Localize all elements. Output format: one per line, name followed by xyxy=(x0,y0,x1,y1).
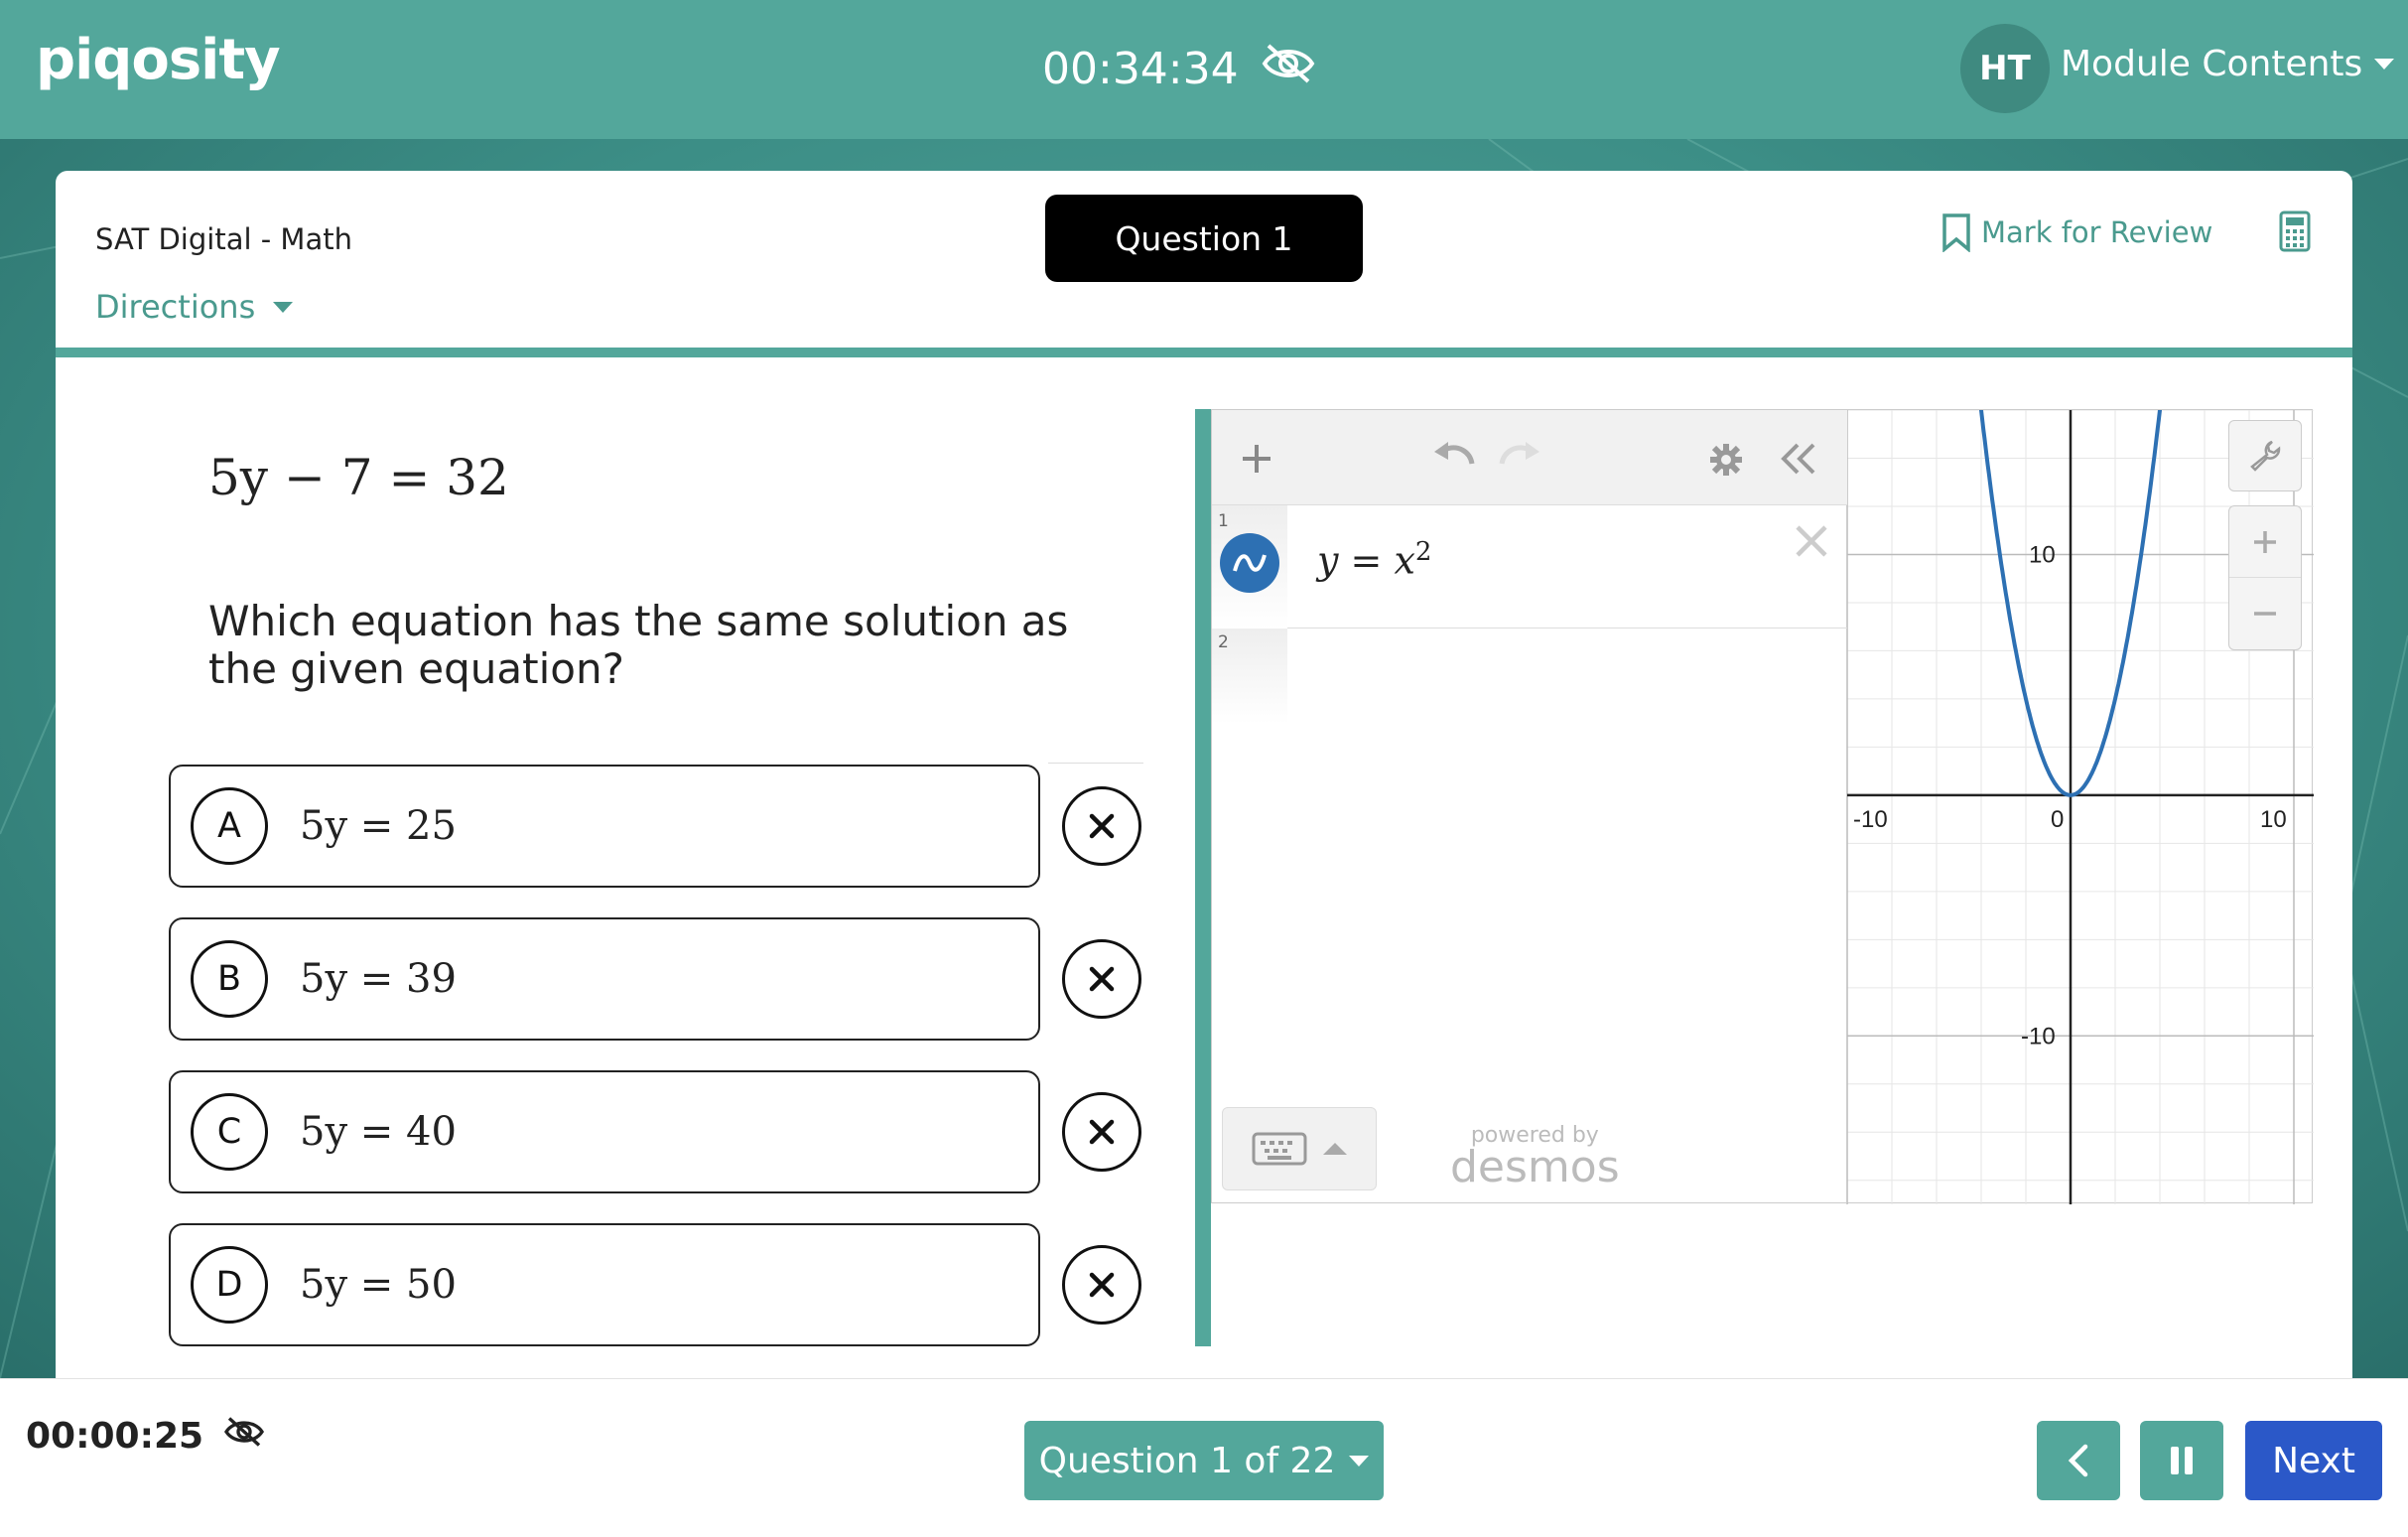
pause-button[interactable] xyxy=(2140,1421,2223,1500)
module-timer-text: 00:34:34 xyxy=(1042,44,1239,94)
expression-text: y = x xyxy=(1317,538,1415,583)
panel-resize-handle[interactable] xyxy=(1195,409,1211,1346)
undo-icon[interactable] xyxy=(1430,440,1476,474)
graph-settings-button[interactable] xyxy=(2228,420,2302,491)
eliminate-d-button[interactable] xyxy=(1062,1245,1141,1325)
gear-icon[interactable] xyxy=(1708,442,1744,478)
graph-canvas[interactable]: -10 0 10 10 -10 xyxy=(1846,369,2314,1204)
choice-letter: B xyxy=(191,940,268,1018)
chevron-left-icon xyxy=(2068,1444,2088,1477)
row-index-gutter: 1 xyxy=(1212,505,1287,629)
eliminate-a-button[interactable] xyxy=(1062,786,1141,866)
zoom-in-button[interactable] xyxy=(2229,506,2301,578)
directions-toggle[interactable]: Directions xyxy=(95,288,294,326)
collapse-panel-icon[interactable] xyxy=(1780,442,1817,476)
chevron-up-icon xyxy=(1323,1143,1347,1155)
choice-text: 5y = 25 xyxy=(300,803,457,849)
close-icon xyxy=(1089,1272,1115,1298)
tick-label: -10 xyxy=(2021,1023,2056,1049)
plus-icon[interactable] xyxy=(1240,442,1273,476)
row-index-gutter: 2 xyxy=(1212,629,1287,724)
pause-icon xyxy=(2171,1447,2193,1474)
question-timer-text: 00:00:25 xyxy=(26,1416,204,1457)
desmos-branding: powered by desmos xyxy=(1450,1123,1620,1192)
answer-choice-c[interactable]: C 5y = 40 xyxy=(169,1070,1040,1193)
chevron-down-icon xyxy=(2374,59,2395,70)
choice-text: 5y = 40 xyxy=(300,1109,457,1155)
module-contents-menu[interactable]: Module Contents xyxy=(2061,44,2395,84)
zoom-controls xyxy=(2228,505,2302,650)
eliminate-c-button[interactable] xyxy=(1062,1092,1141,1172)
tick-label: 10 xyxy=(2029,541,2056,568)
minus-icon xyxy=(2254,612,2276,616)
row-number: 1 xyxy=(1218,511,1229,531)
question-badge: Question 1 xyxy=(1045,195,1363,282)
tick-label: 10 xyxy=(2260,806,2287,833)
question-navigator-label: Question 1 of 22 xyxy=(1038,1440,1336,1481)
question-navigator-button[interactable]: Question 1 of 22 xyxy=(1024,1421,1384,1500)
avatar[interactable]: HT xyxy=(1960,24,2050,113)
close-icon xyxy=(1089,1119,1115,1145)
separator-line xyxy=(1048,763,1143,764)
choice-letter: D xyxy=(191,1246,268,1324)
expression-row[interactable]: 1 y = x2 xyxy=(1212,505,1847,629)
desmos-logo: desmos xyxy=(1450,1142,1620,1192)
chevron-down-icon xyxy=(273,301,294,313)
plus-icon xyxy=(2254,530,2276,553)
eliminate-b-button[interactable] xyxy=(1062,939,1141,1019)
bookmark-icon xyxy=(1942,213,1970,252)
tick-label: 0 xyxy=(2051,806,2064,833)
graph-curve-icon[interactable] xyxy=(1220,533,1279,593)
expression-math: y = x2 xyxy=(1317,537,1431,583)
logo: piqosity xyxy=(36,28,281,92)
next-button[interactable]: Next xyxy=(2245,1421,2382,1500)
answer-choice-b[interactable]: B 5y = 39 xyxy=(169,917,1040,1041)
expression-list: 1 y = x2 2 powered by desmos xyxy=(1212,505,1847,1204)
tick-label: -10 xyxy=(1853,806,1888,833)
subject-title: SAT Digital - Math xyxy=(95,222,352,256)
given-equation: 5y − 7 = 32 xyxy=(208,449,509,506)
calculator-icon[interactable] xyxy=(2279,210,2311,256)
choice-text: 5y = 50 xyxy=(300,1262,457,1308)
expression-exponent: 2 xyxy=(1414,537,1432,567)
row-number: 2 xyxy=(1218,632,1229,652)
keyboard-icon xyxy=(1252,1132,1307,1166)
answer-choice-a[interactable]: A 5y = 25 xyxy=(169,765,1040,888)
choice-text: 5y = 39 xyxy=(300,956,457,1002)
keyboard-toggle-button[interactable] xyxy=(1222,1107,1377,1190)
chevron-down-icon xyxy=(1349,1455,1370,1467)
zoom-out-button[interactable] xyxy=(2229,578,2301,649)
top-bar: piqosity 00:34:34 HT Module Contents xyxy=(0,0,2408,139)
directions-label: Directions xyxy=(95,288,256,326)
choice-letter: A xyxy=(191,787,268,865)
hide-timer-icon[interactable] xyxy=(223,1415,265,1458)
close-icon xyxy=(1089,966,1115,992)
question-card: SAT Digital - Math Directions Question 1… xyxy=(56,171,2352,1378)
question-timer: 00:00:25 xyxy=(26,1415,265,1458)
mark-for-review-button[interactable]: Mark for Review xyxy=(1941,212,2212,252)
redo-icon[interactable] xyxy=(1498,440,1543,474)
hide-timer-icon[interactable] xyxy=(1261,42,1316,96)
wrench-icon xyxy=(2250,440,2281,472)
module-timer: 00:34:34 xyxy=(1042,42,1316,96)
choice-letter: C xyxy=(191,1093,268,1171)
graphing-calculator: 1 y = x2 2 powered by desmos -10 0 10 10… xyxy=(1211,369,2314,1204)
question-prompt: Which equation has the same solution as … xyxy=(208,597,1069,693)
answer-choice-d[interactable]: D 5y = 50 xyxy=(169,1223,1040,1346)
delete-expression-icon[interactable] xyxy=(1794,523,1829,559)
close-icon xyxy=(1089,813,1115,839)
mark-for-review-label: Mark for Review xyxy=(1981,215,2213,249)
calculator-toolbar xyxy=(1212,410,1847,505)
previous-button[interactable] xyxy=(2037,1421,2120,1500)
header-divider xyxy=(56,348,2352,357)
module-contents-label: Module Contents xyxy=(2061,44,2363,84)
footer-bar: 00:00:25 Question 1 of 22 Next xyxy=(0,1378,2408,1537)
